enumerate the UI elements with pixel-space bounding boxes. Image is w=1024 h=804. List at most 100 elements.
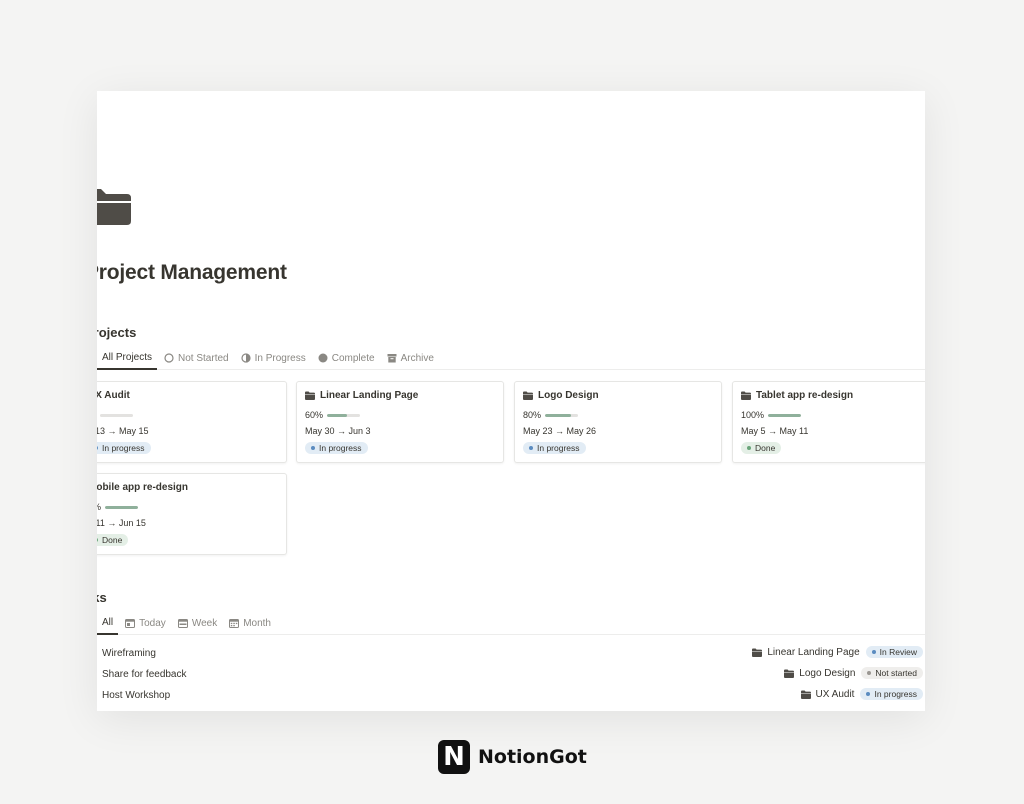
card-dates: n 11 → Jun 15 [97,518,146,528]
tab-complete[interactable]: Complete [313,347,380,369]
filled-circle-icon [318,353,328,363]
status-badge: In progress [97,442,151,454]
card-progress: 100% [741,410,802,420]
card-title-text: Mobile app re-design [97,482,189,493]
status-text: Not started [875,668,917,678]
progress-bar [327,413,361,417]
status-text: Done [755,443,776,453]
task-name: Share for feedback [102,669,187,680]
progress-bar [768,413,802,417]
card-progress: 80% [523,410,579,420]
circle-outline-icon [164,353,174,363]
task-row[interactable]: Share for feedback Logo Design Not start… [97,666,925,687]
status-dot [97,538,98,542]
status-badge: Done [97,534,129,546]
tab-month[interactable]: Month [224,612,276,634]
tab-label: All [102,617,114,628]
card-title-text: UX Audit [97,390,130,401]
card-dates: May 30 → Jun 3 [305,426,371,436]
task-project-link[interactable]: Logo Design [784,668,855,679]
calendar-day-icon [125,619,136,628]
task-row[interactable]: Wireframing Linear Landing Page In Revie… [97,645,925,666]
card-title: Logo Design [523,390,599,401]
status-text: In progress [319,443,362,453]
tab-all-projects[interactable]: All Projects [97,347,158,370]
tasks-list: Wireframing Linear Landing Page In Revie… [97,645,925,708]
tab-label: All Projects [102,352,153,363]
tab-archive[interactable]: Archive [382,347,439,369]
task-meta: Logo Design Not started [784,667,923,679]
project-card[interactable]: Tablet app re-design 100% May 5 → May 11… [732,381,925,463]
status-dot [866,692,871,696]
task-project-name: UX Audit [815,688,855,700]
card-progress: 60% [305,410,361,420]
status-dot [747,446,751,450]
progress-percent: 100% [741,410,765,420]
status-dot [97,446,98,450]
brand-footer: N NotionGot [438,740,587,774]
status-dot [311,446,315,450]
folder-icon [784,669,795,678]
tab-all[interactable]: All [97,612,119,635]
folder-icon [305,391,315,400]
page-content: Project Management Projects All Projects… [97,91,925,711]
card-dates: May 5 → May 11 [741,426,809,436]
archive-icon [387,354,397,363]
card-title: Tablet app re-design [741,390,853,401]
projects-view-tabs: All Projects Not Started In Progress Com… [97,347,925,370]
card-title-text: Tablet app re-design [756,390,854,401]
task-project-name: Linear Landing Page [767,646,860,658]
folder-icon [523,391,533,400]
card-dates: y 13 → May 15 [97,426,149,436]
card-title: Linear Landing Page [305,390,418,401]
projects-section-title: Projects [97,325,137,340]
card-dates: May 23 → May 26 [523,426,597,436]
status-dot [871,650,876,654]
card-progress: 0% [97,502,139,512]
page-title: Project Management [97,261,287,284]
card-title-text: Linear Landing Page [320,390,419,401]
half-circle-icon [241,353,251,363]
folder-icon [97,189,131,225]
status-badge: Done [741,442,782,454]
task-project-name: Logo Design [799,667,856,679]
brand-name: NotionGot [478,746,587,768]
tab-label: Today [139,617,166,629]
calendar-month-icon [229,619,240,628]
status-dot [529,446,533,450]
task-project-link[interactable]: Linear Landing Page [752,646,860,658]
progress-bar [545,413,579,417]
notion-page-panel: Project Management Projects All Projects… [97,91,925,711]
task-meta: UX Audit In progress [800,688,923,700]
tab-label: Week [191,617,218,629]
task-project-link[interactable]: UX Audit [800,688,855,700]
task-row[interactable]: Host Workshop UX Audit In progress [97,687,925,708]
tab-label: Not Started [178,352,229,364]
tab-in-progress[interactable]: In Progress [236,347,311,369]
task-name: Wireframing [102,648,156,659]
card-title: Mobile app re-design [97,482,188,493]
status-text: In progress [537,443,580,453]
status-badge: In progress [860,688,923,700]
progress-bar-fill [105,505,139,509]
project-card[interactable]: UX Audit % y 13 → May 15 In progress [97,381,287,463]
project-card[interactable]: Logo Design 80% May 23 → May 26 In progr… [514,381,722,463]
tab-not-started[interactable]: Not Started [159,347,234,369]
progress-percent: 60% [305,410,324,420]
tab-label: Archive [400,352,434,364]
tab-week[interactable]: Week [173,612,222,634]
progress-bar [105,505,139,509]
progress-percent: 0% [97,502,101,512]
status-text: In progress [102,443,145,453]
status-dot [867,671,872,675]
progress-bar-fill [768,413,802,417]
status-text: Done [102,535,123,545]
project-card[interactable]: Mobile app re-design 0% n 11 → Jun 15 Do… [97,473,287,555]
tab-today[interactable]: Today [120,612,171,634]
status-badge: In progress [523,442,586,454]
status-badge: In progress [305,442,368,454]
project-card[interactable]: Linear Landing Page 60% May 30 → Jun 3 I… [296,381,504,463]
tab-label: In Progress [254,352,306,364]
task-name: Host Workshop [102,690,171,701]
status-text: In progress [874,689,917,699]
